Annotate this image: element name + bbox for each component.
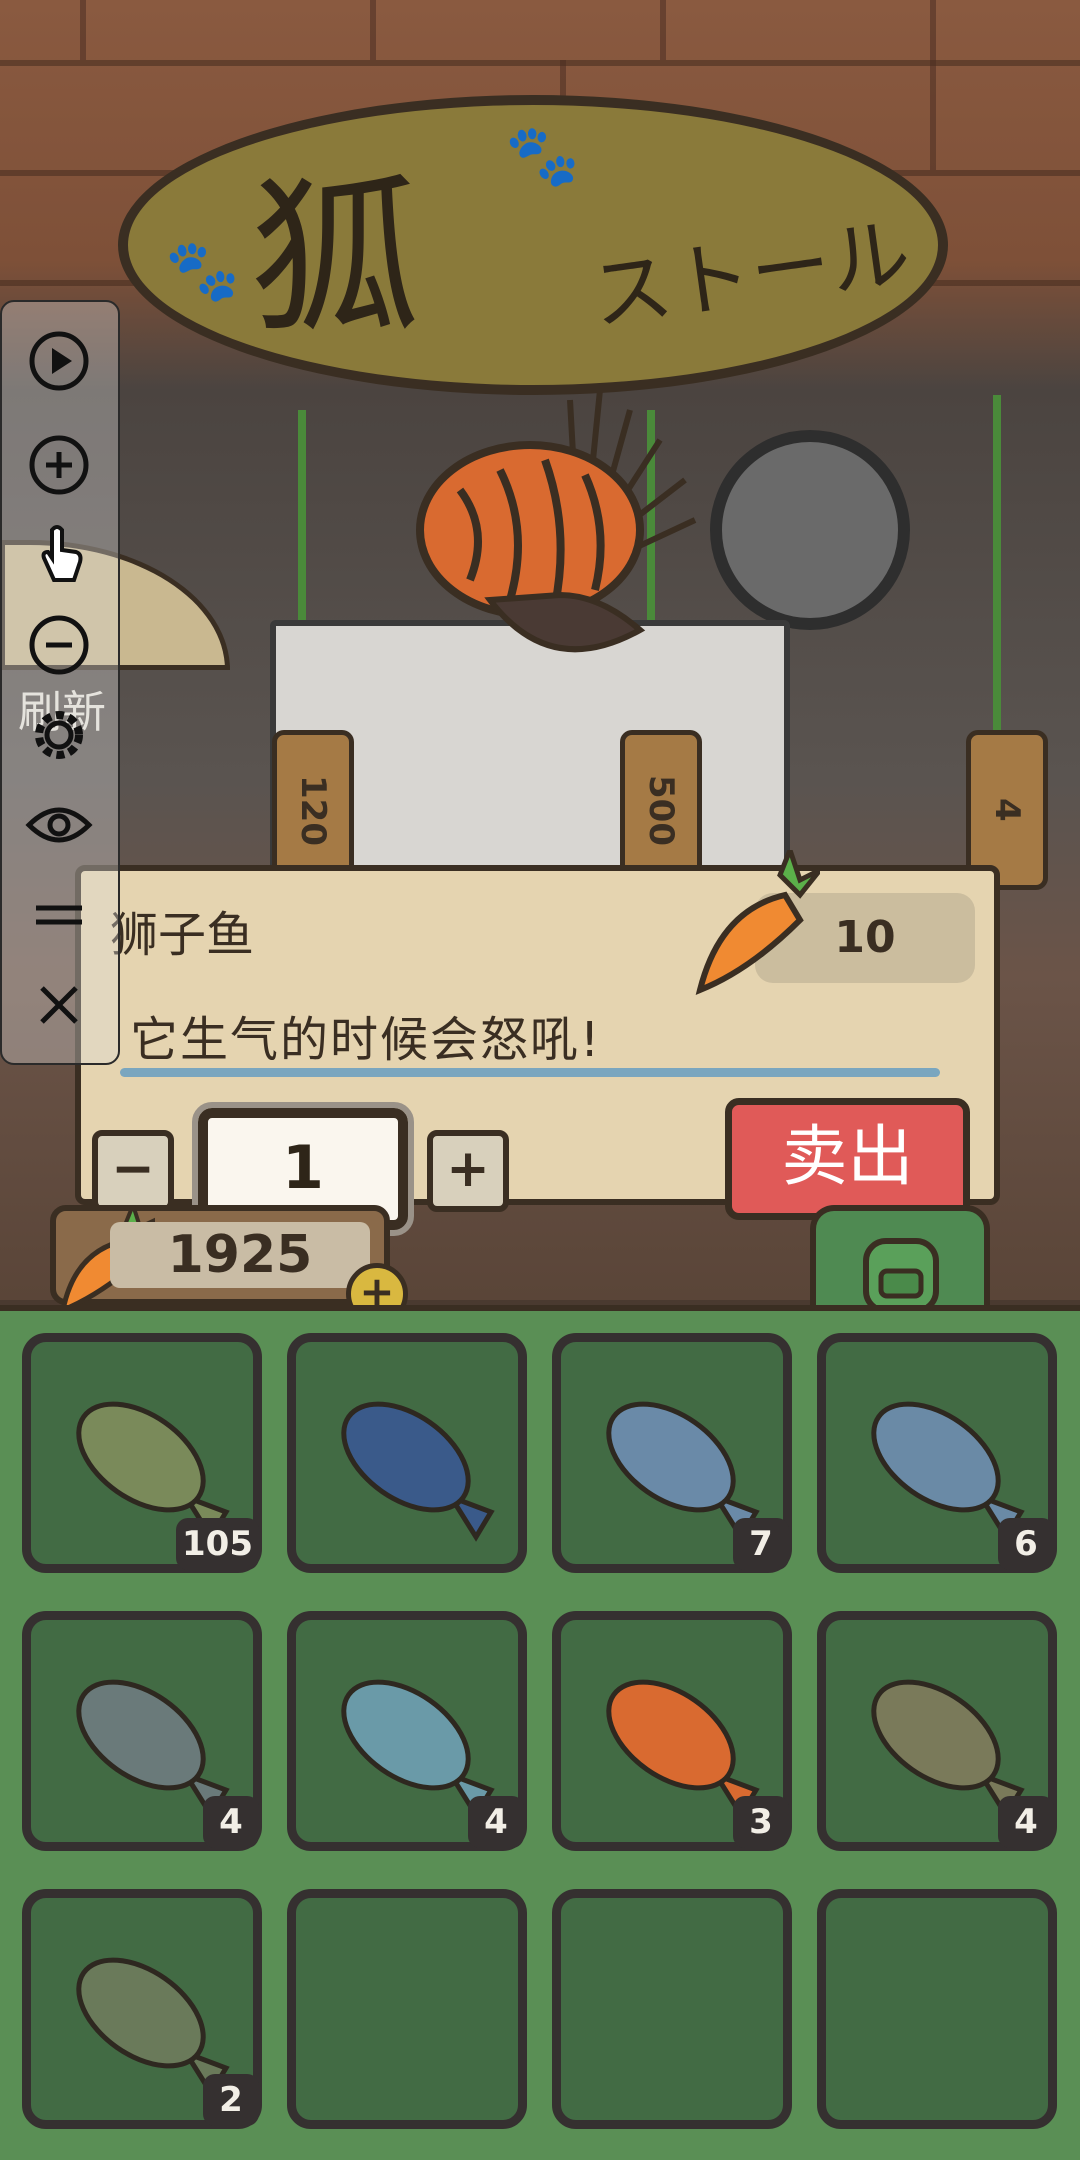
carrot-icon (695, 850, 820, 995)
item-count-badge: 2 (203, 2074, 259, 2126)
inventory-slot[interactable]: 2 (22, 1889, 262, 2129)
play-icon[interactable] (24, 326, 94, 396)
inventory-slot[interactable]: 3 (552, 1611, 792, 1851)
catfish-icon (76, 1401, 230, 1542)
lionfish-icon (416, 389, 697, 653)
floating-toolbar (0, 300, 120, 1065)
description-underline (120, 1068, 940, 1077)
inventory-slot[interactable] (552, 1889, 792, 2129)
balance-value: 1925 (167, 1225, 313, 1285)
hand-pointer-icon[interactable] (24, 518, 94, 588)
inventory-slot[interactable]: 4 (287, 1611, 527, 1851)
item-count-badge: 3 (733, 1796, 789, 1848)
eye-icon[interactable] (24, 790, 94, 860)
inventory-slot[interactable] (287, 1889, 527, 2129)
lionfish-icon (606, 1679, 760, 1820)
zoom-out-icon[interactable] (24, 610, 94, 680)
item-count-badge: 4 (998, 1796, 1054, 1848)
sell-button[interactable]: 卖出 (725, 1098, 970, 1220)
item-count-badge: 105 (176, 1518, 259, 1570)
item-description: 它生气的时候会怒吼! (130, 1012, 602, 1068)
quantity-minus-button[interactable]: − (92, 1130, 174, 1212)
paw-icon: 🐾 (505, 121, 580, 191)
piranha-icon (76, 1679, 230, 1820)
item-count-badge: 6 (998, 1518, 1054, 1570)
close-icon[interactable] (24, 970, 94, 1040)
inventory-slot[interactable] (817, 1889, 1057, 2129)
salmon-icon (871, 1401, 1025, 1542)
carp-icon (871, 1679, 1025, 1820)
sign-title: 狐 (250, 160, 421, 358)
inventory-slot[interactable]: 7 (552, 1333, 792, 1573)
item-count-badge: 4 (203, 1796, 259, 1848)
inventory-slot[interactable]: 6 (817, 1333, 1057, 1573)
blue-fish-icon (341, 1679, 495, 1820)
inventory-slot[interactable] (287, 1333, 527, 1573)
sardine-icon (606, 1401, 760, 1542)
inventory-slot[interactable]: 4 (817, 1611, 1057, 1851)
item-count-badge: 4 (468, 1796, 524, 1848)
inventory-slot[interactable]: 105 (22, 1333, 262, 1573)
bass-icon (76, 1957, 230, 2098)
tag-string (993, 395, 1001, 740)
zoom-in-icon[interactable] (24, 430, 94, 500)
marlin-icon (341, 1401, 495, 1542)
menu-icon[interactable] (24, 880, 94, 950)
clock-icon (710, 430, 910, 630)
item-name: 狮子鱼 (110, 907, 255, 963)
item-count-badge: 7 (733, 1518, 789, 1570)
paw-icon: 🐾 (165, 236, 240, 306)
inventory-slot[interactable]: 4 (22, 1611, 262, 1851)
quantity-plus-button[interactable]: + (427, 1130, 509, 1212)
gear-icon[interactable] (24, 700, 94, 770)
